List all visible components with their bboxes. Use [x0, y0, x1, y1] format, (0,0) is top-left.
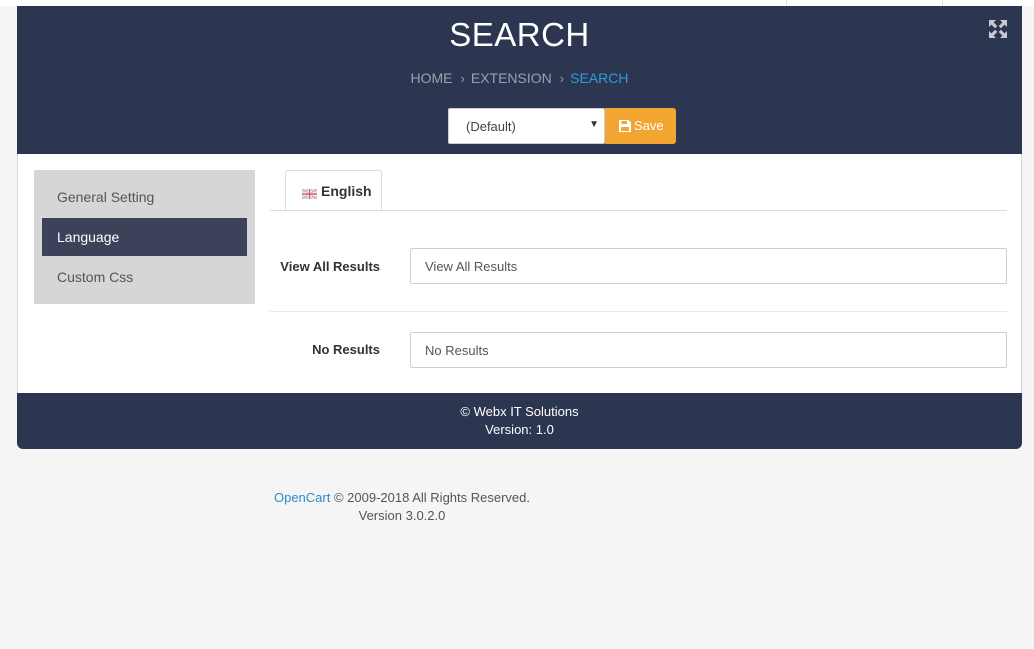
sidebar-item-custom-css[interactable]: Custom Css — [42, 258, 247, 296]
form-row-no-results: No Results — [270, 311, 1007, 393]
panel-footer: © Webx IT Solutions Version: 1.0 — [17, 393, 1022, 449]
page-footer: OpenCart © 2009-2018 All Rights Reserved… — [252, 489, 552, 525]
store-select-value: (Default) — [466, 119, 516, 134]
caret-down-icon: ▼ — [589, 119, 599, 130]
breadcrumb-search[interactable]: SEARCH — [570, 70, 628, 86]
form-row-view-all-results: View All Results — [270, 210, 1007, 312]
view-all-results-label: View All Results — [280, 259, 380, 274]
chevron-right-icon: › — [460, 71, 465, 86]
expand-arrows-icon[interactable] — [989, 20, 1007, 38]
panel-footer-copyright: © Webx IT Solutions — [460, 404, 579, 419]
extension-panel: SEARCH HOME › EXTENSION › SEARCH (Default) ▼ — [17, 6, 1022, 449]
page-footer-version: Version 3.0.2.0 — [358, 508, 446, 523]
floppy-disk-icon — [619, 120, 631, 132]
uk-flag-icon — [301, 186, 318, 200]
page-footer-copyright: © 2009-2018 All Rights Reserved. — [333, 490, 531, 505]
chevron-right-icon: › — [559, 71, 565, 86]
sidebar-item-general-setting[interactable]: General Setting — [42, 178, 247, 216]
settings-sidebar: General Setting Language Custom Css — [34, 170, 255, 304]
tab-english[interactable]: English — [285, 170, 382, 210]
breadcrumb-home[interactable]: HOME — [411, 70, 453, 86]
tab-english-label: English — [321, 183, 372, 199]
sidebar-item-language[interactable]: Language — [42, 218, 247, 256]
opencart-link[interactable]: OpenCart — [274, 490, 330, 505]
store-select[interactable]: (Default) ▼ — [448, 108, 605, 144]
save-button-label: Save — [634, 118, 664, 133]
view-all-results-input[interactable] — [410, 248, 1007, 284]
panel-header: SEARCH HOME › EXTENSION › SEARCH (Default) ▼ — [17, 6, 1022, 154]
panel-body: General Setting Language Custom Css Engl… — [17, 154, 1022, 393]
page-footer-copyright-line: OpenCart © 2009-2018 All Rights Reserved… — [252, 489, 552, 507]
no-results-label: No Results — [312, 342, 380, 357]
language-tabs: English — [270, 170, 1007, 211]
breadcrumb: HOME › EXTENSION › SEARCH — [17, 69, 1022, 88]
no-results-input[interactable] — [410, 332, 1007, 368]
save-button[interactable]: Save — [605, 108, 676, 144]
panel-footer-version: Version: 1.0 — [485, 422, 554, 437]
page-title: SEARCH — [449, 16, 590, 53]
breadcrumb-extension[interactable]: EXTENSION — [471, 70, 552, 86]
